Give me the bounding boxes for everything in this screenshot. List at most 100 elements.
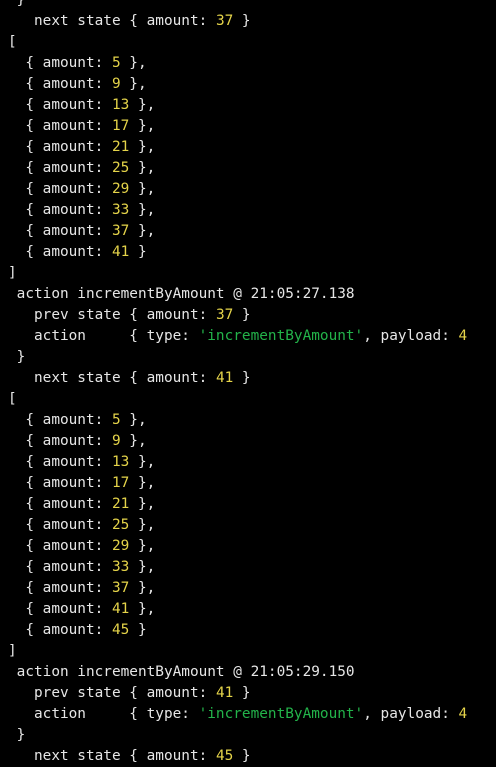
text-token: action { type: xyxy=(8,706,199,722)
text-token: } xyxy=(233,307,251,323)
text-token: } xyxy=(129,622,147,638)
log-line: { amount: 13 }, xyxy=(8,95,496,116)
text-token: { amount: xyxy=(8,244,112,260)
log-line: { amount: 21 }, xyxy=(8,494,496,515)
log-line: { amount: 25 }, xyxy=(8,158,496,179)
text-token: }, xyxy=(120,76,147,92)
text-token: [ xyxy=(8,391,17,407)
number-token: 25 xyxy=(111,160,130,176)
number-token: 29 xyxy=(111,538,130,554)
log-line: } xyxy=(8,0,496,11)
number-token: 41 xyxy=(111,601,130,617)
text-token: } xyxy=(233,748,251,764)
text-token: }, xyxy=(129,517,156,533)
text-token: }, xyxy=(129,538,156,554)
log-line: { amount: 41 } xyxy=(8,242,496,263)
text-token: } xyxy=(233,13,251,29)
log-line: prev state { amount: 41 } xyxy=(8,683,496,704)
number-token: 45 xyxy=(215,748,234,764)
text-token: { amount: xyxy=(8,580,112,596)
log-line: { amount: 9 }, xyxy=(8,431,496,452)
text-token: { amount: xyxy=(8,160,112,176)
log-line: } xyxy=(8,347,496,368)
text-token: }, xyxy=(129,496,156,512)
text-token: [ xyxy=(8,34,17,50)
log-line: action { type: 'incrementByAmount', payl… xyxy=(8,326,496,347)
text-token: }, xyxy=(129,97,156,113)
log-line: next state { amount: 37 } xyxy=(8,11,496,32)
text-token: prev state { amount: xyxy=(8,685,216,701)
log-line: { amount: 33 }, xyxy=(8,557,496,578)
log-line: { amount: 37 }, xyxy=(8,578,496,599)
text-token: } xyxy=(233,685,251,701)
text-token: { amount: xyxy=(8,517,112,533)
text-token: { amount: xyxy=(8,454,112,470)
text-token: ] xyxy=(8,265,17,281)
log-line: } xyxy=(8,725,496,746)
text-token: }, xyxy=(129,118,156,134)
log-line: { amount: 29 }, xyxy=(8,536,496,557)
number-token: 13 xyxy=(111,454,130,470)
text-token: { amount: xyxy=(8,181,112,197)
log-line: { amount: 9 }, xyxy=(8,74,496,95)
number-token: 29 xyxy=(111,181,130,197)
text-token: { amount: xyxy=(8,496,112,512)
log-line: action { type: 'incrementByAmount', payl… xyxy=(8,704,496,725)
number-token: 17 xyxy=(111,475,130,491)
number-token: 37 xyxy=(111,580,130,596)
text-token: { amount: xyxy=(8,475,112,491)
number-token: 33 xyxy=(111,559,130,575)
number-token: 33 xyxy=(111,202,130,218)
text-token: { amount: xyxy=(8,202,112,218)
number-token: 41 xyxy=(215,370,234,386)
text-token: } xyxy=(8,349,26,365)
text-token: { amount: xyxy=(8,97,112,113)
number-token: 37 xyxy=(111,223,130,239)
number-token: 45 xyxy=(111,622,130,638)
text-token: }, xyxy=(129,181,156,197)
text-token: }, xyxy=(129,139,156,155)
log-line: action incrementByAmount @ 21:05:29.150 xyxy=(8,662,496,683)
text-token: }, xyxy=(129,559,156,575)
number-token: 41 xyxy=(111,244,130,260)
text-token: }, xyxy=(129,454,156,470)
log-line: { amount: 29 }, xyxy=(8,179,496,200)
text-token: }, xyxy=(129,160,156,176)
log-line: { amount: 25 }, xyxy=(8,515,496,536)
text-token: { amount: xyxy=(8,559,112,575)
text-token: next state { amount: xyxy=(8,748,216,764)
log-line: { amount: 5 }, xyxy=(8,410,496,431)
text-token: }, xyxy=(129,580,156,596)
number-token: 13 xyxy=(111,97,130,113)
text-token: { amount: xyxy=(8,601,112,617)
log-line: { amount: 17 }, xyxy=(8,473,496,494)
text-token: action { type: xyxy=(8,328,199,344)
number-token: 4 xyxy=(458,706,468,722)
text-token: } xyxy=(8,727,26,743)
log-line: { amount: 45 } xyxy=(8,620,496,641)
text-token: { amount: xyxy=(8,412,112,428)
log-line: next state { amount: 41 } xyxy=(8,368,496,389)
text-token: { amount: xyxy=(8,55,112,71)
text-token: { amount: xyxy=(8,538,112,554)
number-token: 41 xyxy=(215,685,234,701)
log-line: ] xyxy=(8,641,496,662)
log-line: { amount: 33 }, xyxy=(8,200,496,221)
text-token: next state { amount: xyxy=(8,370,216,386)
text-token: } xyxy=(129,244,147,260)
text-token: } xyxy=(233,370,251,386)
text-token: { amount: xyxy=(8,118,112,134)
log-line: { amount: 21 }, xyxy=(8,137,496,158)
number-token: 21 xyxy=(111,496,130,512)
log-line: { amount: 13 }, xyxy=(8,452,496,473)
text-token: }, xyxy=(129,202,156,218)
text-token: { amount: xyxy=(8,76,112,92)
log-line: action incrementByAmount @ 21:05:27.138 xyxy=(8,284,496,305)
number-token: 37 xyxy=(215,13,234,29)
number-token: 25 xyxy=(111,517,130,533)
text-token: { amount: xyxy=(8,139,112,155)
number-token: 21 xyxy=(111,139,130,155)
log-line: { amount: 17 }, xyxy=(8,116,496,137)
string-token: 'incrementByAmount' xyxy=(198,328,364,344)
text-token: }, xyxy=(129,223,156,239)
